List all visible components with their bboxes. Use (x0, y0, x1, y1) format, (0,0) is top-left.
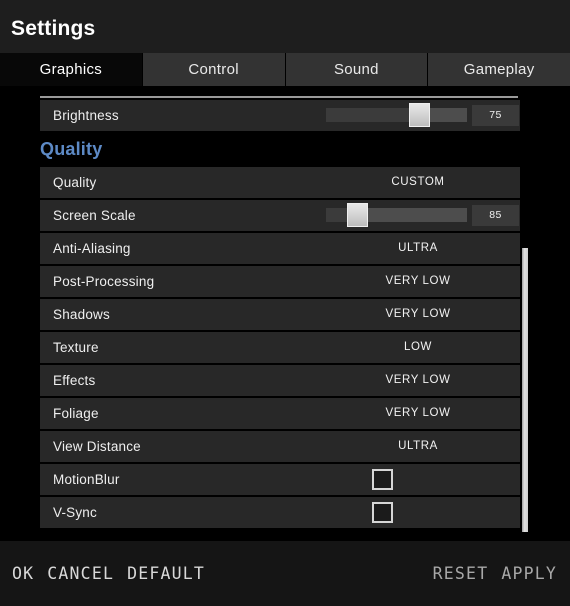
ok-button[interactable]: OK (12, 564, 34, 583)
setting-row-brightness[interactable]: Brightness 75 (40, 100, 520, 131)
setting-value: VERY LOW (385, 374, 451, 386)
setting-row-anti-aliasing[interactable]: Anti-Aliasing ULTRA (40, 233, 520, 264)
default-button[interactable]: DEFAULT (127, 564, 205, 583)
slider-knob-screen-scale[interactable] (347, 203, 369, 227)
checkbox-motion-blur[interactable] (372, 469, 393, 490)
apply-button[interactable]: APPLY (501, 564, 557, 583)
slider-value-screen-scale[interactable]: 85 (472, 205, 519, 226)
setting-row-quality[interactable]: Quality CUSTOM (40, 167, 520, 198)
setting-value: VERY LOW (385, 275, 451, 287)
setting-row-post-processing[interactable]: Post-Processing VERY LOW (40, 266, 520, 297)
slider-track-brightness[interactable] (326, 103, 467, 127)
setting-label: Screen Scale (53, 208, 136, 223)
setting-row-foliage[interactable]: Foliage VERY LOW (40, 398, 520, 429)
settings-window: Settings Graphics Control Sound Gameplay Br… (0, 0, 570, 606)
section-header-quality-section: Quality (40, 133, 520, 166)
tab-graphics[interactable]: Graphics (0, 53, 143, 86)
setting-value: ULTRA (398, 242, 438, 254)
setting-label: Brightness (53, 108, 119, 123)
setting-row-v-sync[interactable]: V-Sync (40, 497, 520, 528)
slider-track-screen-scale[interactable] (326, 203, 467, 227)
page-title: Settings (11, 17, 96, 40)
scrollbar-thumb[interactable] (522, 248, 528, 532)
tab-gameplay[interactable]: Gameplay (428, 53, 570, 86)
setting-row-screen-scale[interactable]: Screen Scale 85 (40, 200, 520, 231)
tab-label: Control (188, 61, 239, 78)
setting-value: ULTRA (398, 440, 438, 452)
tab-sound[interactable]: Sound (285, 53, 429, 86)
left-button-group: OK CANCEL DEFAULT (12, 564, 205, 583)
setting-label: MotionBlur (53, 472, 120, 487)
setting-value: VERY LOW (385, 407, 451, 419)
setting-row-texture[interactable]: Texture LOW (40, 332, 520, 363)
setting-label: V-Sync (53, 505, 97, 520)
tab-label: Gameplay (463, 61, 535, 78)
checkbox-v-sync[interactable] (372, 502, 393, 523)
setting-row-motion-blur[interactable]: MotionBlur (40, 464, 520, 495)
setting-row-effects[interactable]: Effects VERY LOW (40, 365, 520, 396)
settings-scroll-panel: Brightness 75 Quality Quality CUSTOM Screen S… (0, 86, 570, 540)
tab-label: Graphics (39, 61, 103, 78)
bottom-button-bar: OK CANCEL DEFAULT RESET APPLY (0, 541, 570, 606)
tab-control[interactable]: Control (142, 53, 286, 86)
settings-rows: Brightness 75 Quality Quality CUSTOM Screen S… (40, 100, 520, 530)
tab-label: Sound (333, 61, 379, 78)
tab-bar: Graphics Control Sound Gameplay (0, 53, 570, 86)
panel-top-divider (40, 96, 518, 98)
setting-row-view-distance[interactable]: View Distance ULTRA (40, 431, 520, 462)
right-button-group: RESET APPLY (433, 564, 557, 583)
slider-value-brightness[interactable]: 75 (472, 105, 519, 126)
window-header: Settings (0, 0, 570, 53)
cancel-button[interactable]: CANCEL (47, 564, 114, 583)
setting-value: CUSTOM (391, 176, 445, 188)
setting-value: VERY LOW (385, 308, 451, 320)
setting-value: LOW (404, 341, 432, 353)
slider-fill (326, 108, 420, 122)
setting-row-shadows[interactable]: Shadows VERY LOW (40, 299, 520, 330)
reset-button[interactable]: RESET (433, 564, 489, 583)
slider-knob-brightness[interactable] (409, 103, 431, 127)
